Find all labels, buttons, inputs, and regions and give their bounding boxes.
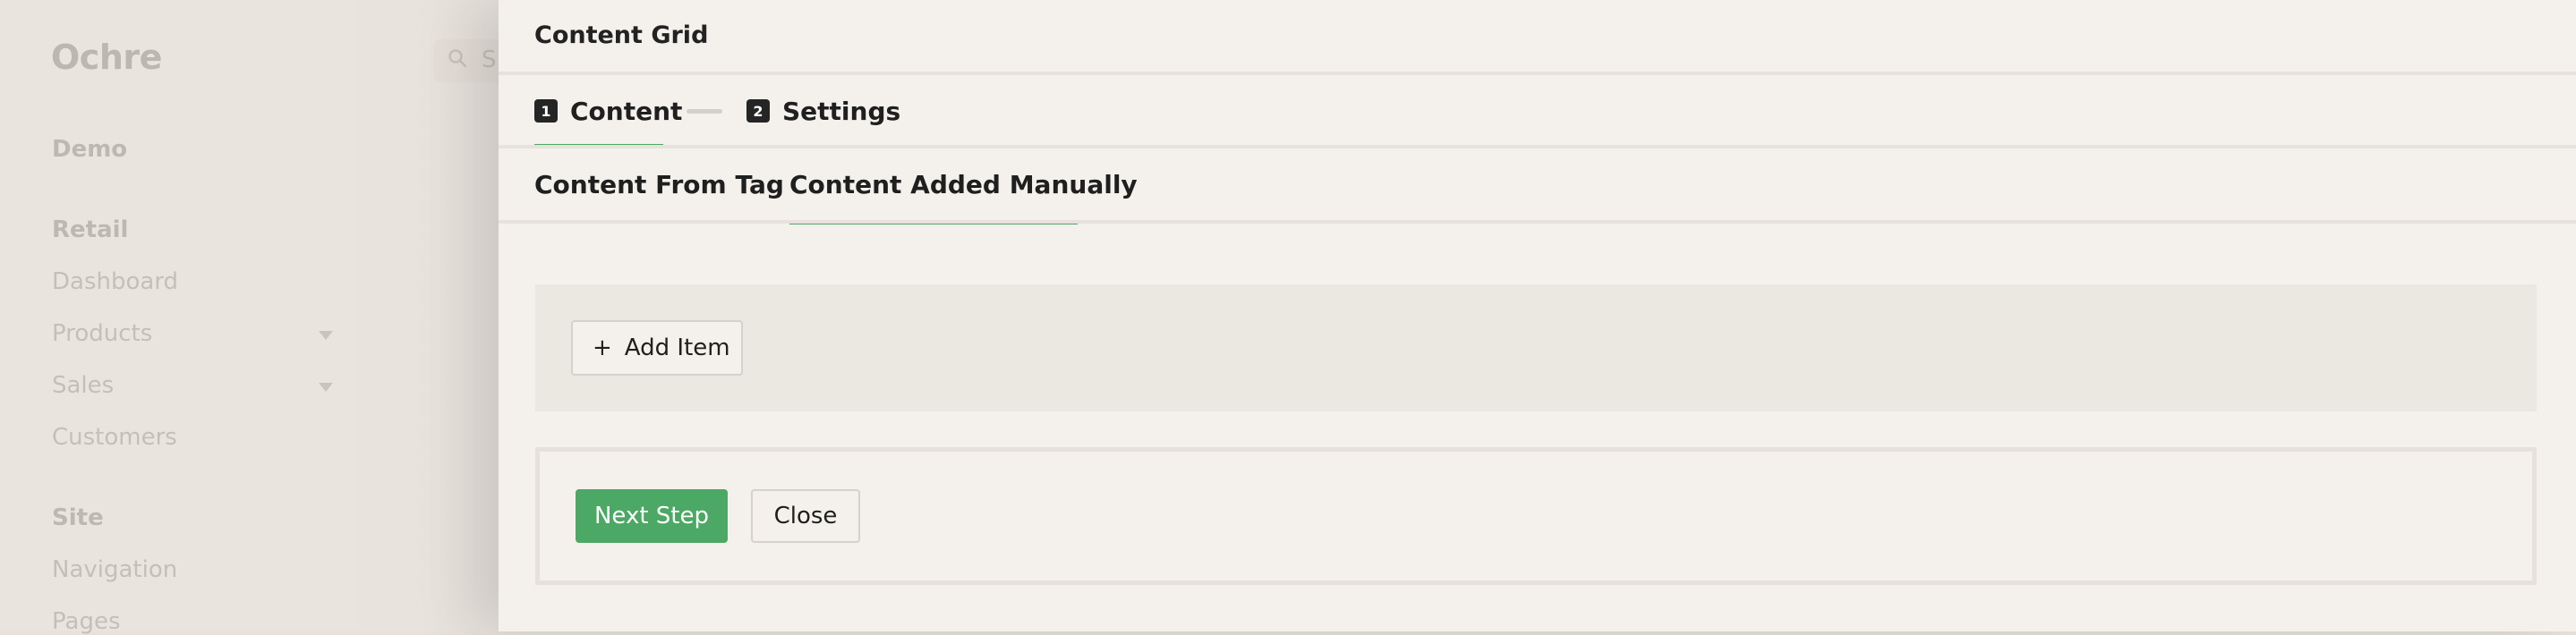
- divider: [499, 220, 2576, 224]
- search-placeholder: S: [482, 47, 497, 73]
- section-heading-site: Site: [52, 504, 104, 531]
- chevron-down-icon[interactable]: [319, 331, 333, 340]
- plus-icon: +: [593, 334, 612, 361]
- chevron-down-icon[interactable]: [319, 383, 333, 392]
- sidebar-item-dashboard[interactable]: Dashboard: [52, 268, 178, 295]
- next-step-button[interactable]: Next Step: [576, 489, 728, 543]
- step-label: Content: [570, 96, 683, 126]
- section-heading-retail: Retail: [52, 216, 129, 243]
- step-label: Settings: [782, 96, 901, 126]
- actions-bar: Next Step Close: [535, 447, 2537, 585]
- step-content[interactable]: 1 Content: [534, 96, 683, 126]
- divider: [499, 145, 2576, 148]
- sidebar-item-navigation[interactable]: Navigation: [52, 556, 177, 583]
- sidebar: Ochre Demo Retail Dashboard Products Sal…: [0, 0, 358, 635]
- manual-items-area: + Add Item: [535, 284, 2537, 411]
- search-icon: [448, 49, 467, 68]
- app-logo: Ochre: [51, 38, 162, 77]
- close-button[interactable]: Close: [751, 489, 860, 543]
- sidebar-item-sales[interactable]: Sales: [52, 372, 114, 399]
- add-item-button[interactable]: + Add Item: [571, 320, 743, 376]
- step-number-badge: 2: [746, 99, 770, 123]
- divider: [499, 72, 2576, 75]
- tab-content-added-manually[interactable]: Content Added Manually: [789, 170, 1138, 199]
- org-label[interactable]: Demo: [52, 136, 127, 163]
- sidebar-item-customers[interactable]: Customers: [52, 424, 177, 451]
- add-item-label: Add Item: [624, 334, 730, 361]
- step-settings[interactable]: 2 Settings: [746, 96, 901, 126]
- tab-content-from-tag[interactable]: Content From Tag: [534, 170, 784, 199]
- step-number-badge: 1: [534, 99, 558, 123]
- content-grid-panel: Content Grid 1 Content 2 Settings Conten…: [499, 0, 2576, 631]
- step-connector: [687, 109, 722, 114]
- sidebar-item-products[interactable]: Products: [52, 320, 152, 347]
- panel-title: Content Grid: [534, 21, 709, 49]
